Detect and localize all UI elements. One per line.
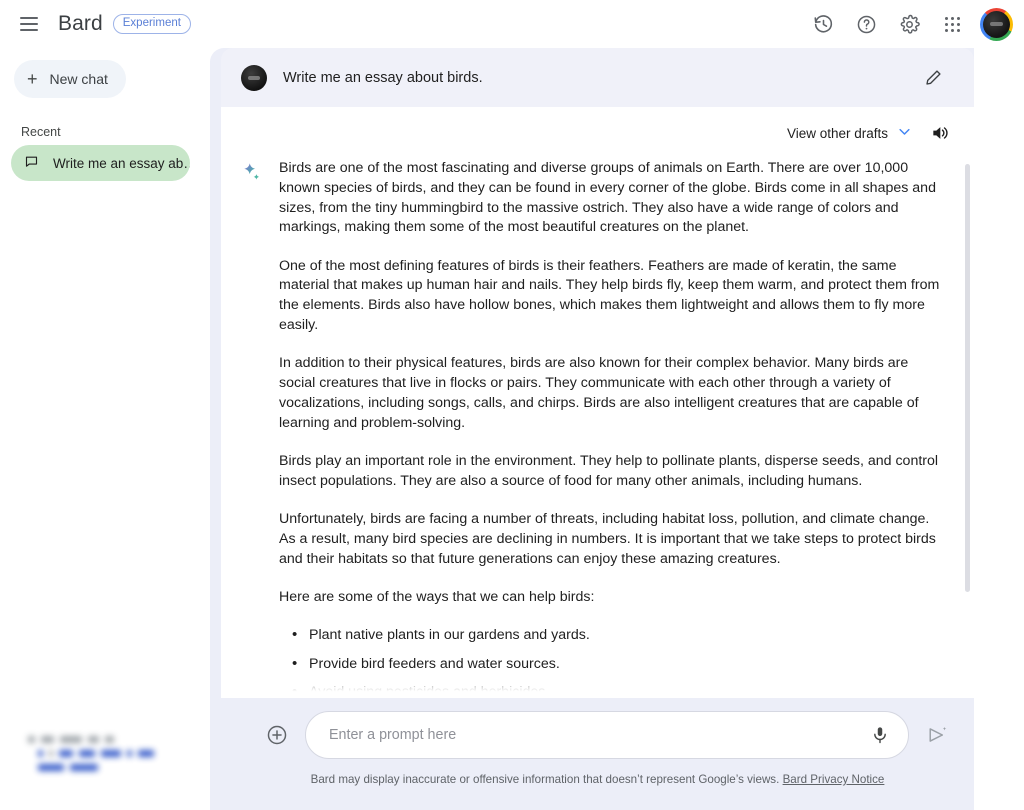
sidebar-item-recent-chat[interactable]: Write me an essay ab… bbox=[11, 145, 190, 181]
response-card: View other drafts Birds are one of the m… bbox=[221, 107, 974, 698]
menu-icon[interactable] bbox=[9, 4, 49, 44]
bard-app: Bard Experiment + New chat Recent Write … bbox=[0, 0, 1024, 810]
pencil-icon[interactable] bbox=[914, 59, 952, 97]
answer-paragraph: Here are some of the ways that we can he… bbox=[279, 589, 595, 606]
redacted-footer-block bbox=[28, 736, 188, 778]
answer-paragraph: In addition to their physical features, … bbox=[279, 355, 919, 431]
experiment-badge: Experiment bbox=[112, 14, 191, 34]
new-chat-label: New chat bbox=[49, 71, 108, 87]
gear-icon[interactable] bbox=[890, 5, 928, 43]
apps-grid-icon[interactable] bbox=[933, 5, 971, 43]
top-bar-actions bbox=[804, 5, 1024, 43]
microphone-icon[interactable] bbox=[870, 725, 890, 745]
sidebar-item-label: Write me an essay ab… bbox=[53, 155, 190, 171]
top-bar: Bard Experiment bbox=[0, 0, 1024, 48]
app-title: Bard bbox=[58, 12, 103, 35]
history-icon[interactable] bbox=[804, 5, 842, 43]
chevron-down-icon bbox=[897, 124, 912, 142]
composer-row bbox=[221, 711, 974, 759]
disclaimer: Bard may display inaccurate or offensive… bbox=[311, 773, 885, 786]
answer-paragraph: One of the most defining features of bir… bbox=[279, 257, 940, 334]
view-other-drafts-button[interactable]: View other drafts bbox=[787, 124, 912, 142]
drafts-row: View other drafts bbox=[241, 107, 952, 159]
view-other-drafts-label: View other drafts bbox=[786, 125, 888, 141]
bard-sparkle-icon bbox=[241, 159, 263, 698]
user-prompt-text: Write me an essay about birds. bbox=[283, 69, 483, 86]
prompt-input-container[interactable] bbox=[305, 711, 909, 759]
help-icon[interactable] bbox=[847, 5, 885, 43]
answer-bullet-list: Plant native plants in our gardens and y… bbox=[279, 625, 946, 698]
send-icon[interactable] bbox=[926, 724, 948, 746]
conversation-area: Write me an essay about birds. View othe… bbox=[221, 48, 974, 698]
plus-icon: + bbox=[27, 69, 38, 89]
user-avatar bbox=[241, 64, 267, 91]
new-chat-button[interactable]: + New chat bbox=[14, 60, 126, 98]
privacy-notice-link[interactable]: Bard Privacy Notice bbox=[783, 773, 885, 786]
user-prompt-row: Write me an essay about birds. bbox=[221, 48, 974, 107]
assistant-answer-row: Birds are one of the most fascinating an… bbox=[241, 159, 952, 698]
list-item: Provide bird feeders and water sources. bbox=[279, 654, 946, 675]
prompt-input[interactable] bbox=[329, 727, 858, 743]
answer-paragraph: Birds are one of the most fascinating an… bbox=[279, 160, 936, 236]
chat-bubble-icon bbox=[24, 154, 39, 172]
answer-paragraph: Birds play an important role in the envi… bbox=[279, 453, 939, 489]
composer: Bard may display inaccurate or offensive… bbox=[221, 698, 974, 810]
answer-paragraph: Unfortunately, birds are facing a number… bbox=[279, 511, 936, 567]
sidebar: + New chat Recent Write me an essay ab… bbox=[0, 48, 210, 810]
assistant-answer-body: Birds are one of the most fascinating an… bbox=[279, 159, 952, 698]
plus-circle-icon[interactable] bbox=[266, 724, 288, 746]
list-item: Plant native plants in our gardens and y… bbox=[279, 625, 946, 646]
disclaimer-text: Bard may display inaccurate or offensive… bbox=[310, 773, 780, 786]
speaker-icon[interactable] bbox=[930, 123, 950, 143]
scrollbar[interactable] bbox=[964, 164, 972, 698]
main-panel: Write me an essay about birds. View othe… bbox=[210, 48, 974, 810]
avatar[interactable] bbox=[980, 7, 1013, 41]
scrollbar-thumb[interactable] bbox=[965, 164, 970, 592]
recent-label: Recent bbox=[21, 125, 61, 139]
list-item: Avoid using pesticides and herbicides. bbox=[279, 682, 946, 698]
